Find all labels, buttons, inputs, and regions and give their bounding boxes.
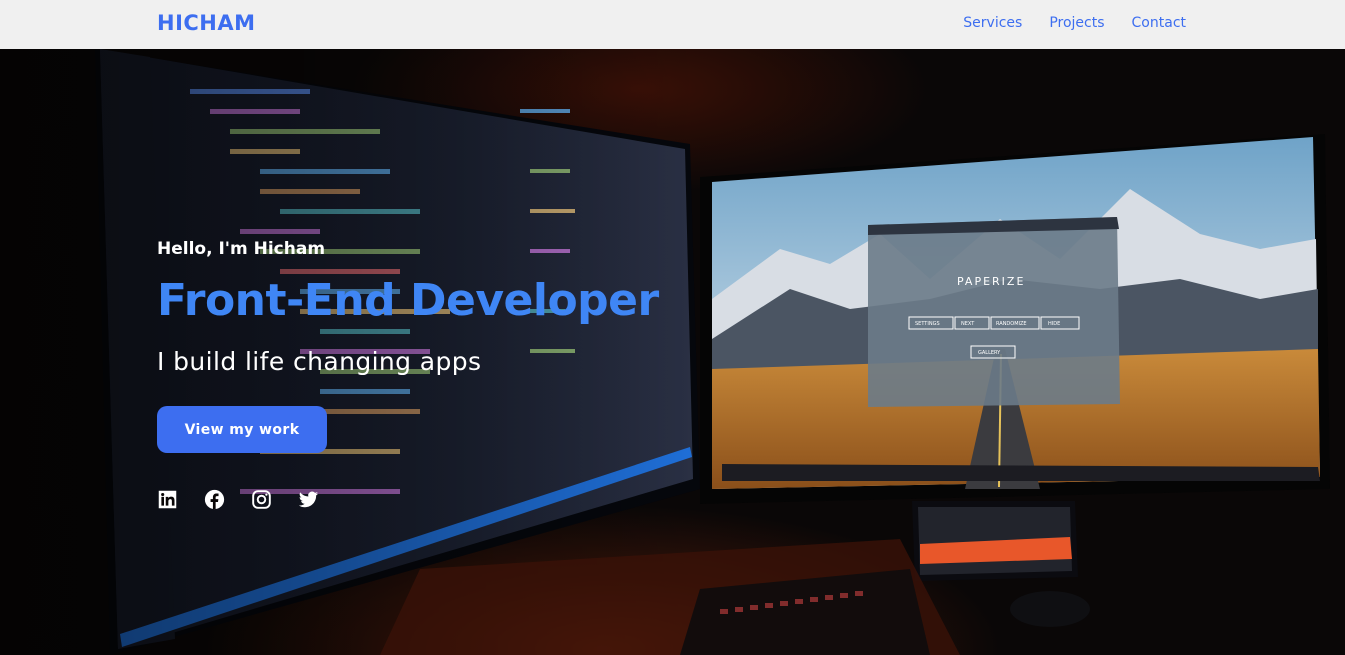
- social-links: [157, 489, 319, 510]
- site-logo[interactable]: HICHAM: [157, 11, 256, 35]
- site-header: HICHAM Services Projects Contact: [0, 0, 1345, 49]
- paperize-randomize-label: RANDOMIZE: [996, 321, 1027, 327]
- hero-section: PAPERIZE SETTINGS NEXT RANDOMIZE HIDE GA…: [0, 49, 1345, 655]
- paperize-title: PAPERIZE: [957, 275, 1025, 288]
- nav-link-contact[interactable]: Contact: [1132, 15, 1186, 31]
- instagram-icon[interactable]: [251, 489, 272, 510]
- main-nav: Services Projects Contact: [963, 15, 1186, 31]
- nav-link-projects[interactable]: Projects: [1049, 15, 1104, 31]
- twitter-icon[interactable]: [298, 489, 319, 510]
- facebook-icon[interactable]: [204, 489, 225, 510]
- paperize-next-label: NEXT: [961, 321, 975, 327]
- hero-greeting: Hello, I'm Hicham: [157, 239, 326, 259]
- nav-link-services[interactable]: Services: [963, 15, 1022, 31]
- view-my-work-button[interactable]: View my work: [157, 406, 327, 453]
- paperize-hide-label: HIDE: [1048, 321, 1060, 327]
- linkedin-icon[interactable]: [157, 489, 178, 510]
- paperize-settings-label: SETTINGS: [915, 321, 940, 327]
- hero-tagline: I build life changing apps: [157, 347, 482, 376]
- hero-headline: Front-End Developer: [157, 275, 659, 326]
- paperize-gallery-label: GALLERY: [978, 350, 1001, 356]
